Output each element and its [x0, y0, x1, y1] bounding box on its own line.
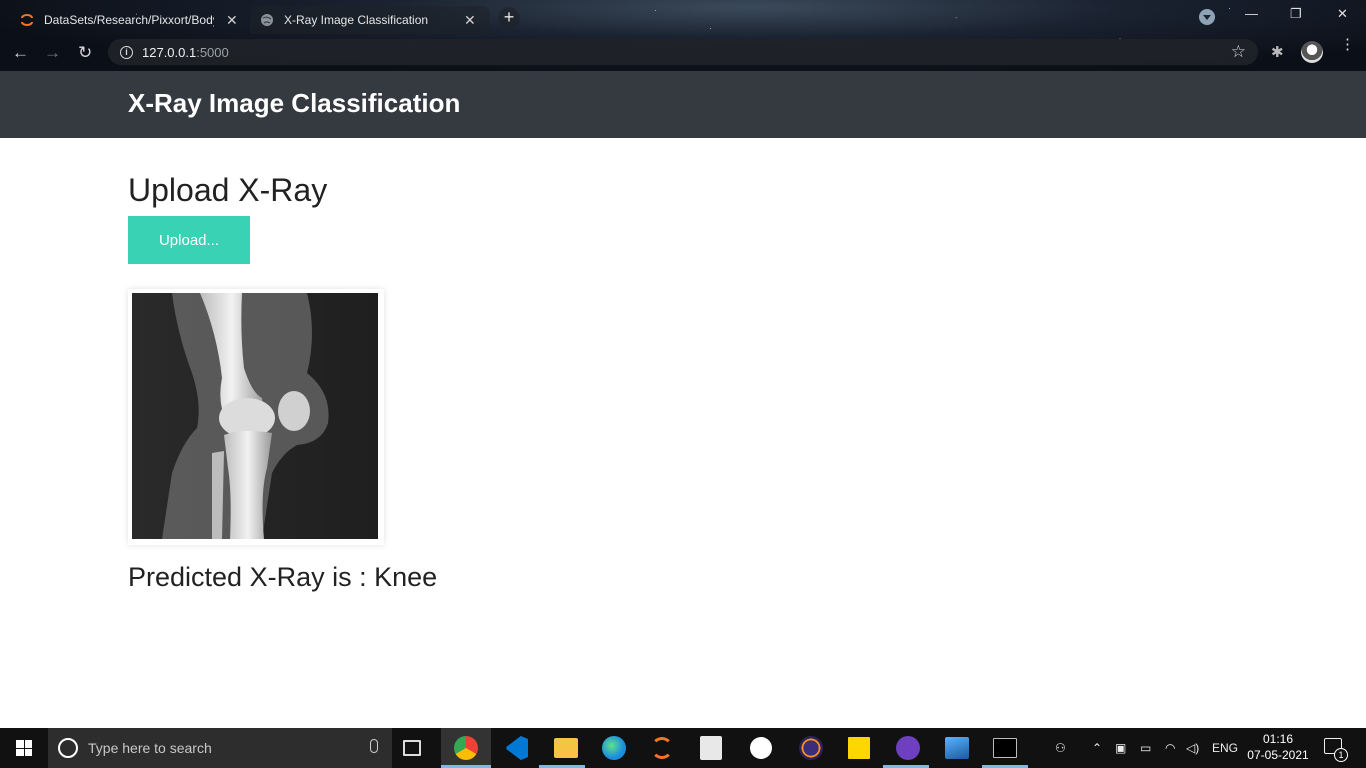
bookmark-star-icon[interactable]: ☆ [1231, 42, 1246, 62]
url-text: 127.0.0.1:5000 [142, 45, 229, 60]
photos-icon[interactable] [945, 737, 969, 759]
clock-date: 07-05-2021 [1247, 748, 1309, 762]
xray-preview [128, 289, 384, 545]
vscode-icon[interactable] [506, 736, 528, 760]
forward-icon[interactable]: → [44, 43, 61, 63]
address-bar[interactable]: i 127.0.0.1:5000 ☆ [108, 39, 1258, 65]
tab-title: DataSets/Research/Pixxort/Body [44, 13, 214, 27]
security-icon[interactable]: ▣ [1115, 728, 1126, 768]
search-placeholder: Type here to search [88, 740, 212, 756]
xray-image [132, 293, 378, 539]
file-explorer-icon[interactable] [554, 738, 578, 758]
upload-heading: Upload X-Ray [128, 172, 328, 208]
task-view-icon[interactable] [403, 740, 421, 756]
upload-button[interactable]: Upload... [128, 216, 250, 264]
tray-overflow-icon[interactable]: ⌃ [1092, 728, 1102, 768]
restore-button[interactable]: ❐ [1290, 6, 1302, 22]
profile-avatar[interactable] [1301, 41, 1323, 63]
terminal-icon[interactable] [993, 738, 1017, 758]
tab-close-icon[interactable]: ✕ [226, 12, 238, 29]
sheets-icon[interactable] [700, 736, 722, 760]
volume-icon[interactable]: ◁) [1186, 728, 1199, 768]
notification-badge: 1 [1334, 748, 1348, 762]
minimize-button[interactable]: — [1245, 6, 1258, 21]
taskbar-search[interactable]: Type here to search [48, 728, 392, 768]
start-button[interactable] [0, 728, 48, 768]
url-port: :5000 [196, 44, 229, 60]
clock[interactable]: 01:16 07-05-2021 [1245, 731, 1311, 763]
browser-chrome: DataSets/Research/Pixxort/Body ✕ X-Ray I… [0, 0, 1366, 71]
info-icon[interactable]: i [120, 45, 133, 59]
prediction-result: Predicted X-Ray is : Knee [128, 562, 438, 592]
navbar-brand[interactable]: X-Ray Image Classification [128, 88, 460, 119]
tab-datasets[interactable]: DataSets/Research/Pixxort/Body ✕ [10, 6, 245, 34]
wifi-icon[interactable]: ◠ [1165, 728, 1175, 768]
navbar: X-Ray Image Classification [0, 71, 1366, 138]
tab-close-icon[interactable]: ✕ [464, 12, 476, 29]
chrome-icon[interactable] [454, 736, 478, 760]
back-icon[interactable]: ← [12, 43, 29, 63]
sticky-notes-icon[interactable] [848, 737, 870, 759]
globe-icon [261, 14, 273, 26]
cortana-icon [58, 738, 78, 758]
people-icon[interactable]: ⚇ [1055, 728, 1066, 768]
jupyter-favicon-icon [21, 14, 33, 26]
new-tab-button[interactable]: + [498, 7, 520, 29]
tab-xray-classification[interactable]: X-Ray Image Classification ✕ [250, 6, 490, 34]
close-window-button[interactable]: ✕ [1337, 6, 1348, 22]
github-icon[interactable] [896, 736, 920, 760]
browser-menu-icon[interactable]: ⋮ [1340, 37, 1355, 52]
edge-icon[interactable] [602, 736, 626, 760]
jupyter-icon[interactable] [651, 737, 673, 759]
reload-icon[interactable]: ↻ [78, 43, 92, 63]
microphone-icon[interactable] [370, 739, 378, 753]
clock-time: 01:16 [1262, 732, 1294, 746]
mongodb-icon[interactable] [750, 737, 772, 759]
tab-search-icon[interactable] [1199, 9, 1215, 25]
extensions-icon[interactable]: ✱ [1271, 43, 1284, 61]
tab-title: X-Ray Image Classification [284, 13, 429, 27]
windows-icon [16, 740, 32, 756]
battery-icon[interactable]: ▭ [1140, 728, 1151, 768]
url-host: 127.0.0.1 [142, 44, 197, 60]
taskbar: Type here to search ⚇ ⌃ ▣ ▭ ◠ ◁) ENG 01:… [0, 728, 1366, 768]
language-indicator[interactable]: ENG [1212, 728, 1238, 768]
eclipse-icon[interactable] [799, 736, 823, 760]
